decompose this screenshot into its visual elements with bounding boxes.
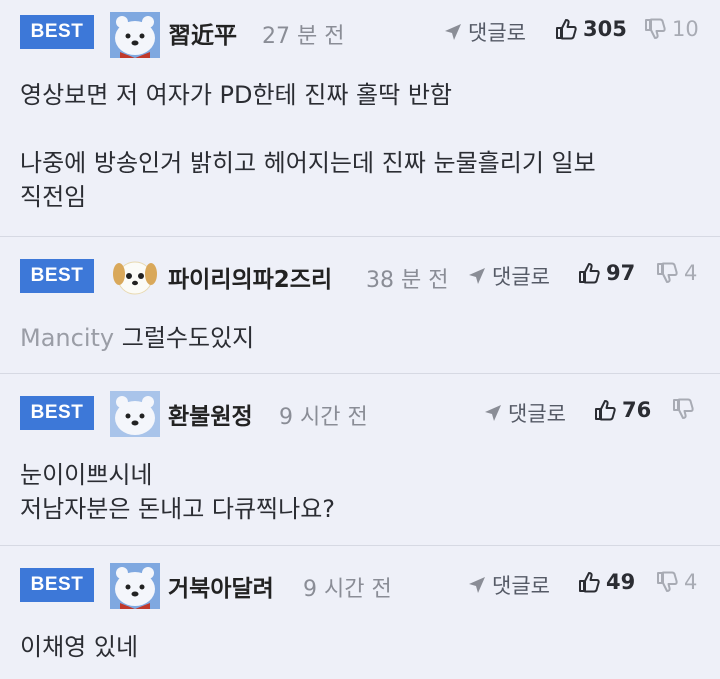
reply-arrow-icon — [445, 24, 461, 40]
reply-arrow-icon — [485, 405, 501, 421]
dislike-button[interactable]: 4 — [656, 261, 697, 285]
dislike-button[interactable] — [672, 398, 700, 420]
reply-button[interactable]: 댓글로 — [444, 17, 526, 47]
dislike-count: 10 — [672, 17, 699, 41]
best-badge: BEST — [20, 259, 94, 293]
comment-line: 이채영 있네 — [20, 633, 139, 661]
reply-label: 댓글로 — [468, 21, 526, 45]
nickname[interactable]: 파이리의파2즈리 — [168, 260, 332, 294]
timestamp: 9 시간 전 — [279, 405, 368, 430]
mention-prefix[interactable]: Mancity — [20, 324, 114, 352]
thumbs-down-icon — [645, 18, 666, 39]
thumbs-down-icon — [657, 571, 678, 592]
comment-body: 눈이이쁘시네 저남자분은 돈내고 다큐찍나요? — [20, 458, 700, 526]
like-button[interactable]: 97 — [578, 261, 635, 285]
like-count: 305 — [583, 17, 627, 41]
reply-button[interactable]: 댓글로 — [468, 570, 550, 600]
best-badge: BEST — [20, 15, 94, 49]
comment-body: 영상보면 저 여자가 PD한테 진짜 홀딱 반함 나중에 방송인거 밝히고 헤어… — [20, 78, 700, 214]
dislike-count: 4 — [684, 261, 698, 285]
timestamp: 38 분 전 — [366, 268, 449, 293]
like-button[interactable]: 49 — [578, 570, 635, 594]
nickname[interactable]: 환불원정 — [168, 397, 253, 431]
polar-bear-avatar-icon[interactable] — [110, 391, 160, 437]
like-count: 49 — [606, 570, 636, 594]
puppy-avatar-icon[interactable] — [110, 254, 160, 300]
reply-label: 댓글로 — [492, 574, 550, 598]
comment-item: BEST 거북아달려 9 시간 전 댓글로 49 4 이채영 있네 — [0, 546, 720, 679]
reply-arrow-icon — [469, 268, 485, 284]
like-button[interactable]: 305 — [555, 17, 627, 41]
best-badge: BEST — [20, 568, 94, 602]
comment-body: Mancity 그럴수도있지 — [20, 321, 700, 355]
nickname[interactable]: 거북아달려 — [168, 569, 274, 603]
like-button[interactable]: 76 — [594, 398, 651, 422]
reply-arrow-icon — [469, 577, 485, 593]
comment-line: 나중에 방송인거 밝히고 헤어지는데 진짜 눈물흘리기 일보 — [20, 149, 596, 177]
reply-label: 댓글로 — [492, 265, 550, 289]
comment-item: BEST 파이리의파2즈리 38 분 전 댓글로 97 4 Mancity 그럴… — [0, 237, 720, 374]
comment-item: BEST 習近平 27 분 전 댓글로 305 10 영상보면 저 여자가 PD… — [0, 0, 720, 237]
comment-line: 직전임 — [20, 183, 87, 211]
comment-line-blank — [20, 112, 700, 146]
comment-text: 그럴수도있지 — [121, 324, 255, 352]
reply-button[interactable]: 댓글로 — [468, 261, 550, 291]
nickname[interactable]: 習近平 — [168, 16, 237, 50]
dislike-button[interactable]: 10 — [644, 17, 699, 41]
reply-label: 댓글로 — [508, 402, 566, 426]
comment-line: Mancity 그럴수도있지 — [20, 321, 700, 355]
thumbs-down-icon — [673, 398, 694, 419]
like-count: 76 — [622, 398, 652, 422]
thumbs-up-icon — [556, 19, 577, 40]
comment-line: 저남자분은 돈내고 다큐찍나요? — [20, 495, 336, 523]
timestamp: 9 시간 전 — [303, 577, 392, 602]
best-badge: BEST — [20, 396, 94, 430]
thumbs-up-icon — [595, 400, 616, 421]
polar-bear-avatar-icon[interactable] — [110, 563, 160, 609]
timestamp: 27 분 전 — [262, 24, 345, 49]
like-count: 97 — [606, 261, 636, 285]
comment-line: 눈이이쁘시네 — [20, 461, 153, 489]
thumbs-up-icon — [579, 572, 600, 593]
thumbs-up-icon — [579, 263, 600, 284]
thumbs-down-icon — [657, 262, 678, 283]
comment-body: 이채영 있네 — [20, 630, 700, 664]
polar-bear-avatar-icon[interactable] — [110, 12, 160, 58]
dislike-button[interactable]: 4 — [656, 570, 697, 594]
comment-item: BEST 환불원정 9 시간 전 댓글로 76 눈이이쁘시네 저남자분은 돈내고… — [0, 374, 720, 546]
reply-button[interactable]: 댓글로 — [484, 398, 566, 428]
dislike-count: 4 — [684, 570, 698, 594]
comment-line: 영상보면 저 여자가 PD한테 진짜 홀딱 반함 — [20, 81, 453, 109]
